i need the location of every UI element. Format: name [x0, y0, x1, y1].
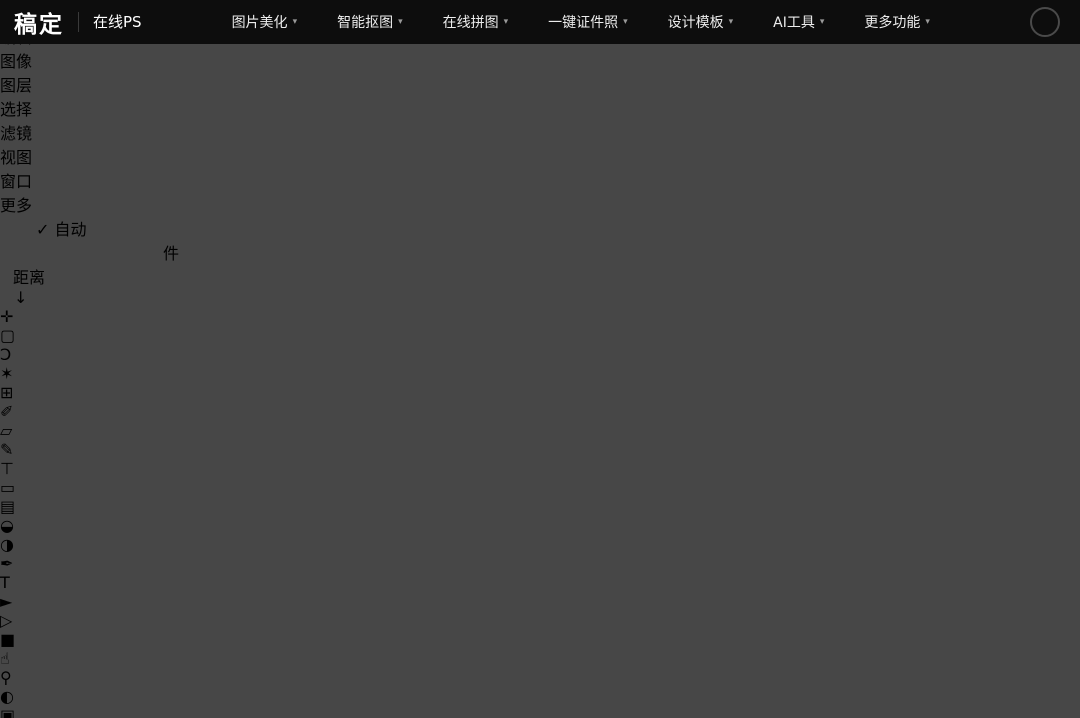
- menubar-item[interactable]: 选择: [0, 96, 1080, 120]
- screen-mode-icon[interactable]: ▣: [0, 706, 1080, 718]
- chevron-down-icon: ▾: [504, 17, 509, 27]
- eraser-tool[interactable]: ▭: [0, 478, 1080, 497]
- direct-select-tool[interactable]: ▷: [0, 611, 1080, 630]
- crop-tool[interactable]: ⊞: [0, 383, 1080, 402]
- chevron-down-icon: ▾: [729, 17, 734, 27]
- topbar-menu-label: 在线拼图: [443, 12, 499, 32]
- quick-mask-icon[interactable]: ◐: [0, 687, 1080, 706]
- healing-brush-tool[interactable]: ▱: [0, 421, 1080, 440]
- topbar-menu-label: 设计模板: [668, 12, 724, 32]
- app-name: 在线PS: [78, 12, 142, 32]
- export-button[interactable]: ↓: [14, 288, 1080, 307]
- clone-stamp-tool[interactable]: ⊤: [0, 459, 1080, 478]
- blur-tool[interactable]: ◒: [0, 516, 1080, 535]
- user-avatar[interactable]: [1030, 7, 1060, 37]
- topbar-menu-item[interactable]: 设计模板 ▾: [668, 12, 734, 32]
- zoom-tool[interactable]: ⚲: [0, 668, 1080, 687]
- topbar-menu-label: 智能抠图: [337, 12, 393, 32]
- distance-label: 距离: [13, 268, 45, 287]
- menubar-item[interactable]: 更多: [0, 192, 1080, 216]
- text-tool[interactable]: T: [0, 573, 1080, 592]
- topbar: 稿定 在线PS 图片美化▾智能抠图▾在线拼图▾一键证件照▾设计模板▾AI工具▾更…: [0, 0, 1080, 44]
- menubar-item[interactable]: 图层: [0, 72, 1080, 96]
- topbar-menu-item[interactable]: AI工具 ▾: [773, 12, 824, 32]
- auto-select-label: 自动: [55, 220, 87, 239]
- topbar-menu-item[interactable]: 更多功能 ▾: [864, 12, 930, 32]
- topbar-menu-label: 更多功能: [864, 12, 920, 32]
- topbar-menu-label: AI工具: [773, 12, 815, 32]
- chevron-down-icon: ▾: [925, 17, 930, 27]
- pen-tool[interactable]: ✒: [0, 554, 1080, 573]
- topbar-nav: 图片美化 ▾ 智能抠图 ▾ 在线拼图 ▾ 一键证件照 ▾ 设计模板 ▾ AI工具 ▾ 更多功能 ▾: [192, 12, 970, 32]
- topbar-menu-item[interactable]: 一键证件照 ▾: [548, 12, 628, 32]
- magic-wand-tool[interactable]: ✶: [0, 364, 1080, 383]
- chevron-down-icon: ▾: [623, 17, 628, 27]
- topbar-menu-label: 一键证件照: [548, 12, 618, 32]
- topbar-menu-item[interactable]: 智能抠图 ▾: [337, 12, 403, 32]
- menubar-item[interactable]: 窗口: [0, 168, 1080, 192]
- auto-select-checkbox[interactable]: ✓: [36, 220, 49, 239]
- chevron-down-icon: ▾: [820, 17, 825, 27]
- options-bar: ✓ 自动 件 距离 ↓: [0, 216, 1080, 307]
- marquee-select-tool[interactable]: ▢: [0, 326, 1080, 345]
- topbar-menu-label: 图片美化: [232, 12, 288, 32]
- move-tool[interactable]: ✛: [0, 307, 1080, 326]
- app-logo: 稿定: [14, 5, 64, 39]
- dodge-tool[interactable]: ◑: [0, 535, 1080, 554]
- menubar-item[interactable]: 滤镜: [0, 120, 1080, 144]
- path-select-tool[interactable]: ►: [0, 592, 1080, 611]
- topbar-menu-item[interactable]: 在线拼图 ▾: [443, 12, 509, 32]
- gradient-tool[interactable]: ▤: [0, 497, 1080, 516]
- chevron-down-icon: ▾: [398, 17, 403, 27]
- menubar-item[interactable]: 图像: [0, 48, 1080, 72]
- show-controls-label-tail: 件: [163, 244, 179, 263]
- menubar-item[interactable]: 视图: [0, 144, 1080, 168]
- shape-tool[interactable]: ■: [0, 630, 1080, 649]
- brush-tool[interactable]: ✎: [0, 440, 1080, 459]
- lasso-tool[interactable]: Ɔ: [0, 345, 1080, 364]
- topbar-menu-item[interactable]: 图片美化 ▾: [232, 12, 298, 32]
- eyedropper-tool[interactable]: ✐: [0, 402, 1080, 421]
- tool-palette: ✛▢Ɔ✶⊞✐▱✎⊤▭▤◒◑✒T►▷■☝⚲◐▣▦: [0, 307, 1080, 718]
- hand-tool[interactable]: ☝: [0, 649, 1080, 668]
- chevron-down-icon: ▾: [293, 17, 298, 27]
